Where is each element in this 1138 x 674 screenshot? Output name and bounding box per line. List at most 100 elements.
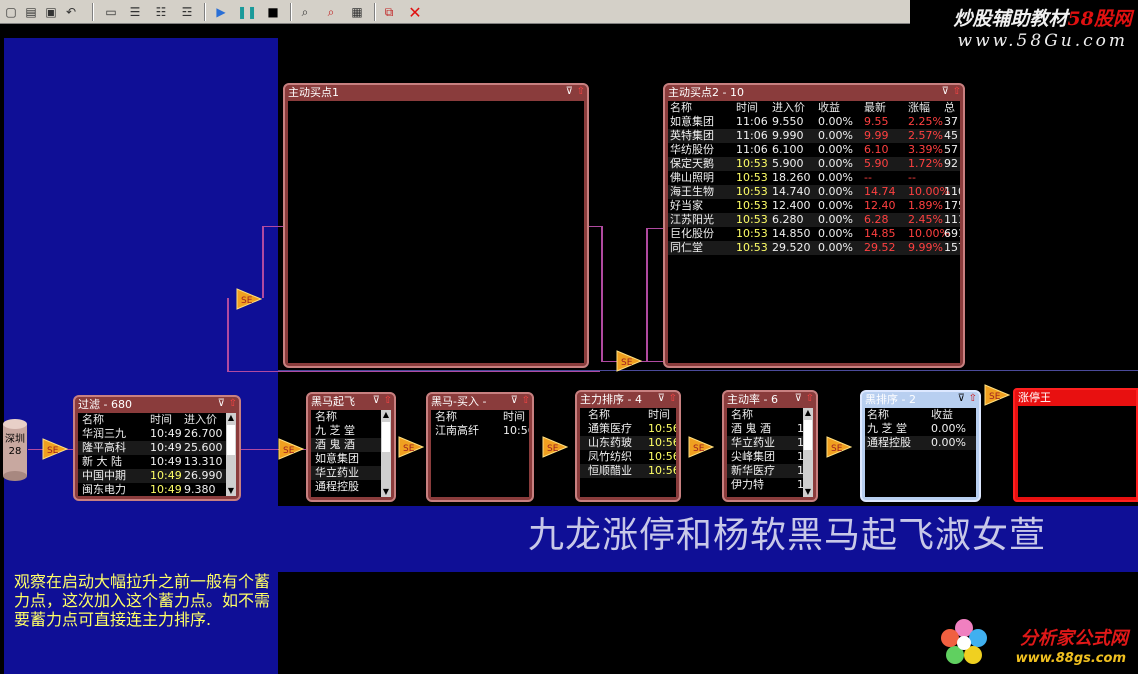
column-header[interactable]: 名称: [731, 408, 753, 421]
table-row[interactable]: 新 大 陆 10:49 13.310: [78, 455, 226, 469]
table-row[interactable]: 恒顺醋业 10:56: [580, 464, 676, 478]
table-row[interactable]: 华纺股份 11:06 6.100 0.00% 6.10 3.39% 57: [668, 143, 960, 157]
table-row[interactable]: 中国中期 10:49 26.990: [78, 469, 226, 483]
dropdown-icon[interactable]: ⊽: [511, 395, 518, 406]
scroll-down-icon[interactable]: ▼: [803, 487, 813, 497]
undo-icon[interactable]: ↶: [62, 3, 80, 21]
window-limit-up-king[interactable]: 涨停王: [1013, 388, 1138, 502]
filter-triangle-icon[interactable]: SE: [236, 288, 262, 310]
table-row[interactable]: 隆平高科 10:49 25.600: [78, 441, 226, 455]
column-header[interactable]: 名称: [315, 410, 337, 423]
scrollbar[interactable]: ▲ ▼: [803, 408, 813, 497]
window-black-sort[interactable]: 黑排序 - 2 ⊽ ⇧ 名称 收益九 芝 堂 0.00% 通程控股 0.00%: [860, 390, 981, 502]
scroll-up-icon[interactable]: ▲: [803, 408, 813, 418]
dropdown-icon[interactable]: ⊽: [218, 398, 225, 409]
table-row[interactable]: 英特集团 11:06 9.990 0.00% 9.99 2.57% 45: [668, 129, 960, 143]
column-header[interactable]: 进入价: [184, 413, 217, 426]
table-row[interactable]: 通策医疗 10:56: [580, 422, 676, 436]
dropdown-icon[interactable]: ⊽: [942, 86, 949, 97]
window-active-rate[interactable]: 主动率 - 6 ⊽ ⇧ 名称酒 鬼 酒 1 华立药业 1 尖峰集团 1 新华医疗 1 伊力特 1 ▲…: [722, 390, 818, 502]
search-icon[interactable]: ⌕: [296, 3, 314, 21]
table-row[interactable]: 通程控股: [311, 480, 381, 494]
list3-icon[interactable]: ☲: [178, 3, 196, 21]
table-row[interactable]: 通程控股 0.00%: [865, 436, 976, 450]
search-red-icon[interactable]: ⌕: [322, 3, 340, 21]
filter-triangle-icon[interactable]: SE: [542, 436, 568, 458]
table-row[interactable]: 华立药业: [311, 466, 381, 480]
new-icon[interactable]: ▢: [2, 3, 20, 21]
dropdown-icon[interactable]: ⊽: [795, 393, 802, 404]
table-row[interactable]: 新华医疗 1: [727, 464, 804, 478]
table-row[interactable]: 华立药业 1: [727, 436, 804, 450]
column-header[interactable]: 名称: [867, 408, 889, 421]
window-filter[interactable]: 过滤 - 680 ⊽ ⇧ 名称 时间 进入价 华润三九 10:49 26.700 隆平高科 1…: [73, 395, 241, 501]
table-row[interactable]: 巨化股份10:5314.8500.00%14.8510.00%691: [668, 227, 960, 241]
up-arrow-icon[interactable]: ⇧: [229, 398, 237, 409]
dropdown-icon[interactable]: ⊽: [958, 393, 965, 404]
column-header[interactable]: 收益: [931, 408, 953, 421]
table-row[interactable]: 闽东电力 10:49 9.380: [78, 483, 226, 496]
window-darkhorse-takeoff[interactable]: 黑马起飞 ⊽ ⇧ 名称九 芝 堂酒 鬼 酒如意集团 华立药业 通程控股 ▲ ▼: [306, 392, 396, 502]
window-buy-point-1[interactable]: 主动买点1 ⊽ ⇧: [283, 83, 589, 368]
table-row[interactable]: 伊力特 1: [727, 478, 804, 492]
column-header[interactable]: 时间: [150, 413, 172, 426]
scroll-up-icon[interactable]: ▲: [381, 410, 391, 420]
table-row[interactable]: 如意集团: [311, 452, 381, 466]
table-row[interactable]: 尖峰集团 1: [727, 450, 804, 464]
up-arrow-icon[interactable]: ⇧: [806, 393, 814, 404]
save-icon[interactable]: ▣: [42, 3, 60, 21]
list2-icon[interactable]: ☷: [152, 3, 170, 21]
table-row[interactable]: 酒 鬼 酒1: [727, 422, 804, 436]
table-row[interactable]: 九 芝 堂 0.00%: [865, 422, 976, 436]
chart-icon[interactable]: ▦: [348, 3, 366, 21]
window-buy-point-2[interactable]: 主动买点2 - 10 ⊽ ⇧ 名称 时间 进入价 收益 最新 涨幅 总如意集团 11:06 9.…: [663, 83, 965, 368]
table-row[interactable]: 山东药玻 10:56: [580, 436, 676, 450]
table-row[interactable]: 九 芝 堂: [311, 424, 381, 438]
box-icon[interactable]: ▭: [102, 3, 120, 21]
filter-triangle-icon[interactable]: SE: [398, 436, 424, 458]
column-header[interactable]: 收益: [818, 101, 840, 114]
column-header[interactable]: 时间: [503, 410, 525, 423]
filter-triangle-icon[interactable]: SE: [984, 384, 1010, 406]
table-row[interactable]: 佛山照明 10:53 18.260 0.00% -- --: [668, 171, 960, 185]
dropdown-icon[interactable]: ⊽: [658, 393, 665, 404]
column-header[interactable]: 最新: [864, 101, 886, 114]
table-row[interactable]: 保定天鹅 10:53 5.900 0.00% 5.90 1.72% 92: [668, 157, 960, 171]
column-header[interactable]: 名称: [670, 101, 692, 114]
filter-triangle-icon[interactable]: SE: [278, 438, 304, 460]
table-row[interactable]: 酒 鬼 酒: [311, 438, 381, 452]
filter-triangle-icon[interactable]: SE: [616, 350, 642, 372]
scroll-thumb[interactable]: [804, 420, 812, 450]
dropdown-icon[interactable]: ⊽: [373, 395, 380, 406]
up-arrow-icon[interactable]: ⇧: [384, 395, 392, 406]
list-icon[interactable]: ☰: [126, 3, 144, 21]
up-arrow-icon[interactable]: ⇧: [577, 86, 585, 97]
window-darkhorse-buy[interactable]: 黑马-买入 - ⊽ ⇧ 名称 时间江南高纤 10:56: [426, 392, 534, 502]
dropdown-icon[interactable]: ⊽: [566, 86, 573, 97]
export-icon[interactable]: ⧉: [380, 3, 398, 21]
scroll-down-icon[interactable]: ▼: [381, 487, 391, 497]
column-header[interactable]: 名称: [82, 413, 104, 426]
table-row[interactable]: 凤竹纺织 10:56: [580, 450, 676, 464]
up-arrow-icon[interactable]: ⇧: [969, 393, 977, 404]
close-icon[interactable]: ✕: [406, 3, 424, 22]
table-row[interactable]: 同仁堂 10:53 29.520 0.00% 29.52 9.99%157: [668, 241, 960, 255]
column-header[interactable]: 名称: [435, 410, 457, 423]
scroll-down-icon[interactable]: ▼: [226, 486, 236, 496]
filter-triangle-icon[interactable]: SE: [42, 438, 68, 460]
table-row[interactable]: 如意集团 11:06 9.550 0.00% 9.55 2.25% 37: [668, 115, 960, 129]
table-row[interactable]: 海王生物10:5314.7400.00%14.7410.00%1107: [668, 185, 960, 199]
column-header[interactable]: 涨幅: [908, 101, 930, 114]
column-header[interactable]: 时间: [648, 408, 670, 421]
scroll-thumb[interactable]: [227, 425, 235, 455]
open-icon[interactable]: ▤: [22, 3, 40, 21]
filter-triangle-icon[interactable]: SE: [688, 436, 714, 458]
play-icon[interactable]: ▶: [212, 3, 230, 21]
up-arrow-icon[interactable]: ⇧: [953, 86, 961, 97]
scroll-up-icon[interactable]: ▲: [226, 413, 236, 423]
column-header[interactable]: 名称: [588, 408, 610, 421]
filter-triangle-icon[interactable]: SE: [826, 436, 852, 458]
column-header[interactable]: 时间: [736, 101, 758, 114]
table-row[interactable]: 江苏阳光 10:53 6.280 0.00% 6.28 2.45%1117: [668, 213, 960, 227]
window-main-force-sort[interactable]: 主力排序 - 4 ⊽ ⇧ 名称 时间通策医疗 10:56 山东药玻 10:56 凤竹纺织 1…: [575, 390, 681, 502]
